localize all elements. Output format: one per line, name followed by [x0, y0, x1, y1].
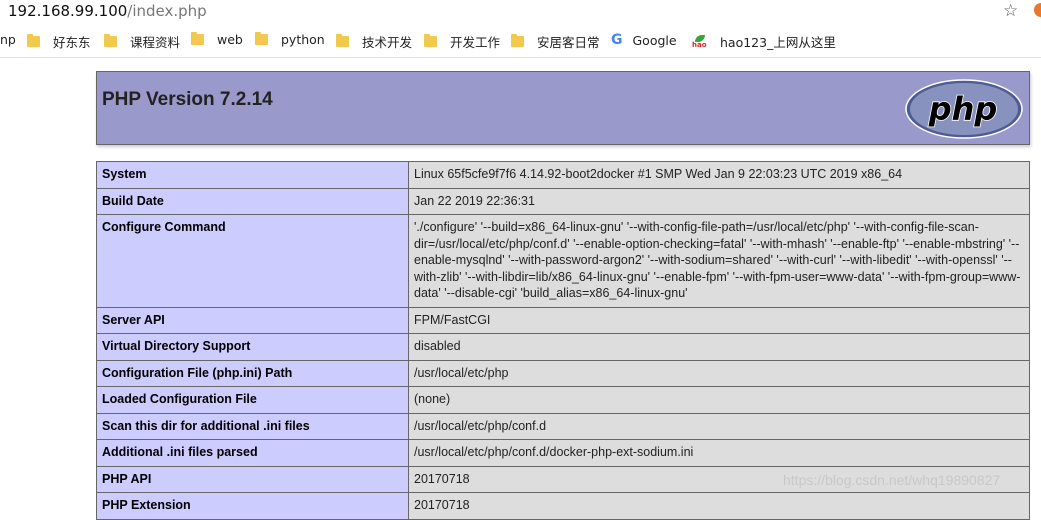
row-key: Loaded Configuration File: [96, 386, 409, 414]
folder-icon: [336, 34, 349, 47]
extension-icon[interactable]: [1034, 3, 1041, 17]
toolbar-divider: [0, 57, 1041, 58]
row-key: Configure Command: [96, 214, 409, 308]
row-value: /usr/local/etc/php: [408, 359, 1030, 387]
row-value: disabled: [408, 333, 1030, 361]
bookmark-hao123[interactable]: hao hao123_上网从这里: [692, 32, 836, 51]
bookmark-folder-6[interactable]: 开发工作: [424, 32, 500, 51]
php-logo-text: php: [928, 90, 998, 128]
table-row: Build Date Jan 22 2019 22:36:31: [96, 187, 1030, 215]
row-value: './configure' '--build=x86_64-linux-gnu'…: [408, 214, 1030, 308]
folder-icon: [104, 34, 117, 47]
bookmark-folder-4[interactable]: python: [255, 32, 325, 47]
row-key: System: [96, 161, 409, 189]
folder-icon: [27, 34, 40, 47]
row-value: /usr/local/etc/php/conf.d/docker-php-ext…: [408, 439, 1030, 467]
bookmark-np[interactable]: np: [0, 32, 16, 47]
php-logo-icon[interactable]: php: [904, 78, 1024, 140]
row-value: (none): [408, 386, 1030, 414]
row-key: PHP API: [96, 465, 409, 493]
bookmark-folder-3[interactable]: web: [191, 32, 243, 47]
row-value: Linux 65f5cfe9f7f6 4.14.92-boot2docker #…: [408, 161, 1030, 189]
row-value: /usr/local/etc/php/conf.d: [408, 412, 1030, 440]
url-text[interactable]: 192.168.99.100/index.php: [8, 2, 207, 20]
folder-icon: [191, 32, 204, 45]
table-row: Server API FPM/FastCGI: [96, 306, 1030, 334]
table-row: Loaded Configuration File (none): [96, 386, 1030, 414]
watermark-text: https://blog.csdn.net/whq19890827: [783, 472, 1001, 488]
table-row: Configure Command './configure' '--build=…: [96, 214, 1030, 308]
bookmark-google[interactable]: G Google: [611, 32, 677, 48]
bookmark-folder-1[interactable]: 好东东: [27, 32, 91, 51]
bookmark-folder-5[interactable]: 技术开发: [336, 32, 412, 51]
bookmark-folder-7[interactable]: 安居客日常: [511, 32, 600, 51]
table-row: Additional .ini files parsed/usr/local/e…: [96, 439, 1030, 467]
table-row: System Linux 65f5cfe9f7f6 4.14.92-boot2do…: [96, 161, 1030, 189]
row-key: Additional .ini files parsed: [96, 439, 409, 467]
url-host: 192.168.99.100: [8, 2, 128, 20]
address-bar[interactable]: 192.168.99.100/index.php ☆: [0, 0, 1041, 25]
table-row: PHP Extension 20170718: [96, 492, 1030, 520]
page-title: PHP Version 7.2.14: [102, 89, 273, 110]
bookmark-folder-2[interactable]: 课程资料: [104, 32, 180, 51]
row-key: Virtual Directory Support: [96, 333, 409, 361]
row-key: Configuration File (php.ini) Path: [96, 359, 409, 387]
row-key: Build Date: [96, 187, 409, 215]
phpinfo-page: PHP Version 7.2.14 php System Linux 65f5c…: [96, 71, 1030, 520]
url-path: /index.php: [127, 2, 207, 20]
bookmark-star-icon[interactable]: ☆: [1003, 1, 1018, 21]
folder-icon: [255, 32, 268, 45]
row-value: FPM/FastCGI: [408, 306, 1030, 334]
bookmarks-bar: np 好东东 课程资料 web python 技术开发 开发工作 安居客日常 G…: [0, 28, 1041, 54]
table-row: Scan this dir for additional .ini files /…: [96, 412, 1030, 440]
php-info-table: System Linux 65f5cfe9f7f6 4.14.92-boot2do…: [96, 161, 1030, 520]
row-key: PHP Extension: [96, 492, 409, 520]
folder-icon: [511, 34, 524, 47]
row-key: Scan this dir for additional .ini files: [96, 412, 409, 440]
google-icon: G: [611, 32, 623, 48]
row-value: 20170718: [408, 492, 1030, 520]
php-version-header: PHP Version 7.2.14 php: [96, 71, 1030, 145]
folder-icon: [424, 34, 437, 47]
table-row: Configuration File (php.ini) Path/usr/lo…: [96, 359, 1030, 387]
table-row: Virtual Directory Support disabled: [96, 333, 1030, 361]
row-key: Server API: [96, 306, 409, 334]
hao123-icon: hao: [692, 34, 708, 49]
row-value: Jan 22 2019 22:36:31: [408, 187, 1030, 215]
